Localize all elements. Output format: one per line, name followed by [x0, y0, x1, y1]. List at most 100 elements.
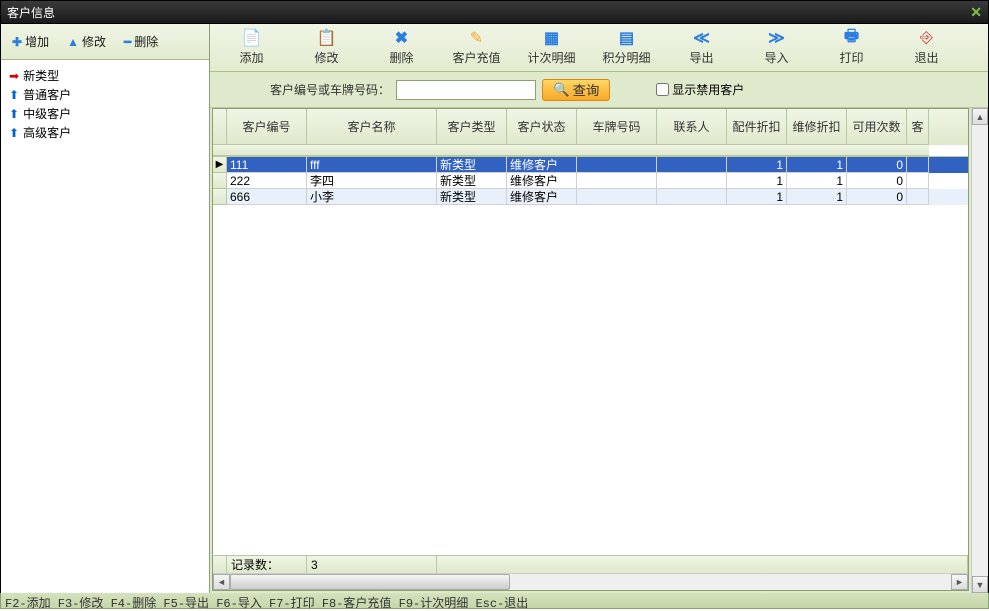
- cell: 1: [787, 173, 847, 189]
- minus-icon: ━: [124, 35, 131, 49]
- window-title: 客户信息: [7, 4, 970, 21]
- delete-icon: ✖: [393, 29, 411, 47]
- search-bar: 客户编号或车牌号码： 🔍 查询 显示禁用客户: [210, 72, 988, 108]
- tree-item-label: 高级客户: [23, 124, 71, 141]
- print-button[interactable]: 🖶打印: [814, 26, 889, 70]
- horizontal-scrollbar[interactable]: ◄ ►: [213, 573, 968, 590]
- exit-button[interactable]: ⎆退出: [889, 26, 964, 70]
- scroll-up-icon[interactable]: ▲: [972, 108, 988, 125]
- column-header[interactable]: 客户状态: [507, 109, 577, 145]
- data-grid: 客户编号客户名称客户类型客户状态车牌号码联系人配件折扣维修折扣可用次数客 ▶11…: [212, 108, 969, 591]
- arrow-up-icon: ⬆: [9, 88, 19, 102]
- arrow-right-icon: ➡: [9, 69, 19, 83]
- table-row[interactable]: 222李四新类型维修客户110: [213, 173, 968, 189]
- edit-icon: 📋: [318, 29, 336, 47]
- cell: 小李: [307, 189, 437, 205]
- column-header[interactable]: 客户名称: [307, 109, 437, 145]
- tree-item-2[interactable]: ⬆ 中级客户: [5, 104, 205, 123]
- column-header[interactable]: 配件折扣: [727, 109, 787, 145]
- tree-item-3[interactable]: ⬆ 高级客户: [5, 123, 205, 142]
- points-detail-button[interactable]: ▤积分明细: [589, 26, 664, 70]
- plus-icon: ✚: [12, 35, 22, 49]
- up-triangle-icon: ▲: [67, 35, 79, 49]
- scroll-down-icon[interactable]: ▼: [972, 576, 988, 593]
- column-header[interactable]: 维修折扣: [787, 109, 847, 145]
- tree-item-0[interactable]: ➡ 新类型: [5, 66, 205, 85]
- cell: 新类型: [437, 157, 507, 173]
- column-header[interactable]: 客户类型: [437, 109, 507, 145]
- recharge-icon: ✎: [468, 29, 486, 47]
- cell: 111: [227, 157, 307, 173]
- cell: 1: [727, 173, 787, 189]
- main-panel: 📄添加📋修改✖删除✎客户充值 ▦ 计次明细 ▤积分明细 ≪ 导出 ≫导入🖶打印⎆退出 客户编…: [210, 24, 988, 593]
- column-header[interactable]: 客户编号: [227, 109, 307, 145]
- scroll-right-icon[interactable]: ►: [951, 574, 968, 590]
- export-button[interactable]: ≪ 导出: [664, 26, 739, 70]
- arrow-up-icon: ⬆: [9, 126, 19, 140]
- count-detail-icon: ▦: [543, 29, 561, 47]
- cell: 维修客户: [507, 189, 577, 205]
- cell: [577, 189, 657, 205]
- show-disabled-checkbox[interactable]: 显示禁用客户: [656, 81, 744, 98]
- cell: 维修客户: [507, 157, 577, 173]
- column-header[interactable]: 客: [907, 109, 929, 145]
- export-icon: ≪: [693, 29, 711, 47]
- magnifier-icon: 🔍: [553, 82, 570, 98]
- scroll-left-icon[interactable]: ◄: [213, 574, 230, 590]
- points-detail-label: 积分明细: [602, 49, 650, 66]
- grid-body: ▶111fff新类型维修客户110222李四新类型维修客户110666小李新类型…: [213, 157, 968, 555]
- grid-header: 客户编号客户名称客户类型客户状态车牌号码联系人配件折扣维修折扣可用次数客: [213, 109, 968, 145]
- cell: [577, 173, 657, 189]
- add-button[interactable]: 📄添加: [214, 26, 289, 70]
- import-button[interactable]: ≫导入: [739, 26, 814, 70]
- row-indicator: ▶: [213, 157, 227, 173]
- record-count-value: 3: [307, 556, 437, 573]
- record-count-label: 记录数：: [227, 556, 307, 573]
- arrow-up-icon: ⬆: [9, 107, 19, 121]
- cell: 新类型: [437, 173, 507, 189]
- count-detail-label: 计次明细: [527, 49, 575, 66]
- edit-button[interactable]: 📋修改: [289, 26, 364, 70]
- sidebar-add-button[interactable]: ✚ 增加: [7, 30, 54, 53]
- scroll-thumb[interactable]: [230, 574, 510, 590]
- column-header[interactable]: 联系人: [657, 109, 727, 145]
- search-button[interactable]: 🔍 查询: [542, 79, 610, 101]
- cell: [657, 157, 727, 173]
- table-row[interactable]: ▶111fff新类型维修客户110: [213, 157, 968, 173]
- cell: 666: [227, 189, 307, 205]
- cell: 0: [847, 173, 907, 189]
- recharge-button[interactable]: ✎客户充值: [439, 26, 514, 70]
- vertical-scrollbar[interactable]: ▲ ▼: [971, 108, 988, 593]
- tree-item-label: 中级客户: [23, 105, 71, 122]
- row-indicator: [213, 189, 227, 205]
- column-header[interactable]: 车牌号码: [577, 109, 657, 145]
- sidebar-delete-button[interactable]: ━ 删除: [119, 30, 163, 53]
- tree-item-1[interactable]: ⬆ 普通客户: [5, 85, 205, 104]
- count-detail-button[interactable]: ▦ 计次明细: [514, 26, 589, 70]
- tree-item-label: 新类型: [23, 67, 59, 84]
- tree-item-label: 普通客户: [23, 86, 71, 103]
- delete-button[interactable]: ✖删除: [364, 26, 439, 70]
- sidebar-toolbar: ✚ 增加 ▲ 修改 ━ 删除: [1, 24, 209, 60]
- cell: 0: [847, 157, 907, 173]
- cell: 222: [227, 173, 307, 189]
- close-icon[interactable]: ✕: [970, 4, 982, 21]
- sidebar: ✚ 增加 ▲ 修改 ━ 删除 ➡ 新类型 ⬆ 普通客户 ⬆ 中级客户 ⬆ 高级客户: [1, 24, 210, 593]
- sidebar-edit-button[interactable]: ▲ 修改: [62, 30, 111, 53]
- cell: [657, 189, 727, 205]
- cell: 0: [847, 189, 907, 205]
- export-label: 导出: [689, 49, 713, 66]
- category-tree: ➡ 新类型 ⬆ 普通客户 ⬆ 中级客户 ⬆ 高级客户: [1, 60, 209, 593]
- main-toolbar: 📄添加📋修改✖删除✎客户充值 ▦ 计次明细 ▤积分明细 ≪ 导出 ≫导入🖶打印⎆退出: [210, 24, 988, 72]
- titlebar: 客户信息 ✕: [0, 0, 989, 24]
- print-icon: 🖶: [843, 29, 861, 47]
- cell: 李四: [307, 173, 437, 189]
- column-header[interactable]: 可用次数: [847, 109, 907, 145]
- search-input[interactable]: [396, 80, 536, 100]
- cell: 1: [787, 189, 847, 205]
- status-bar: F2-添加 F3-修改 F4-删除 F5-导出 F6-导入 F7-打印 F8-客…: [0, 593, 989, 609]
- table-row[interactable]: 666小李新类型维修客户110: [213, 189, 968, 205]
- cell: [657, 173, 727, 189]
- cell: 新类型: [437, 189, 507, 205]
- add-label: 添加: [239, 49, 263, 66]
